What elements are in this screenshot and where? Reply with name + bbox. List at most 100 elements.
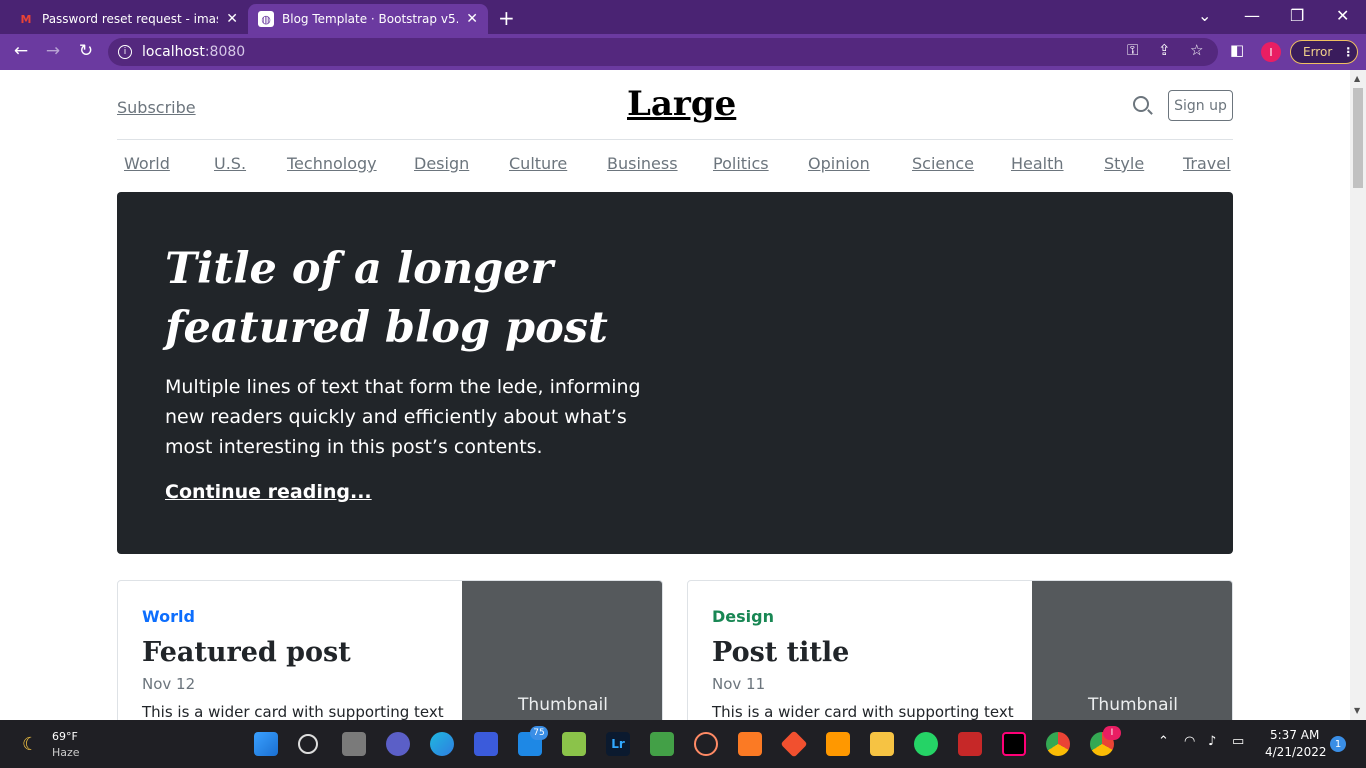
- search-taskbar-icon[interactable]: [298, 734, 318, 754]
- back-icon[interactable]: ←: [10, 41, 32, 61]
- nav-business[interactable]: Business: [607, 154, 678, 173]
- tab-title: Password reset request - imassua: [42, 12, 218, 26]
- card-date: Nov 11: [712, 675, 766, 693]
- continue-reading-link[interactable]: Continue reading...: [165, 481, 372, 503]
- volume-icon[interactable]: ♪: [1208, 734, 1216, 749]
- page-content: Subscribe Large Sign up World U.S. Techn…: [0, 70, 1350, 720]
- featured-post-card: World Featured post Nov 12 This is a wid…: [117, 580, 663, 720]
- nav-design[interactable]: Design: [414, 154, 469, 173]
- search-icon[interactable]: [1133, 96, 1149, 112]
- nav-science[interactable]: Science: [912, 154, 974, 173]
- lightroom-icon[interactable]: Lr: [606, 732, 630, 756]
- file-explorer-icon[interactable]: [870, 732, 894, 756]
- side-panel-icon[interactable]: ◧: [1230, 41, 1244, 59]
- close-icon[interactable]: ✕: [466, 11, 478, 27]
- clock-time[interactable]: 5:37 AM: [1270, 728, 1319, 742]
- app-icon[interactable]: [474, 732, 498, 756]
- close-icon[interactable]: ✕: [226, 11, 238, 27]
- media-player-icon[interactable]: [694, 732, 718, 756]
- post-title-card: Design Post title Nov 11 This is a wider…: [687, 580, 1233, 720]
- tray-expand-icon[interactable]: ⌃: [1158, 734, 1169, 749]
- key-icon[interactable]: ⚿: [1127, 41, 1138, 59]
- thumbnail-label: Thumbnail: [1088, 695, 1178, 715]
- tab-search-icon[interactable]: ⌄: [1198, 6, 1211, 25]
- url-host: localhost: [142, 44, 205, 60]
- nav-opinion[interactable]: Opinion: [808, 154, 870, 173]
- share-icon[interactable]: ⇪: [1158, 41, 1171, 59]
- new-tab-icon[interactable]: +: [498, 6, 515, 30]
- card-thumbnail: Thumbnail: [462, 581, 662, 720]
- scroll-down-icon[interactable]: ▼: [1354, 706, 1360, 715]
- xampp-icon[interactable]: [738, 732, 762, 756]
- hero-lede: Multiple lines of text that form the led…: [165, 376, 641, 458]
- info-icon[interactable]: i: [118, 45, 132, 59]
- gmail-icon: M: [20, 12, 32, 26]
- card-text: This is a wider card with supporting tex…: [142, 703, 444, 720]
- category-nav: World U.S. Technology Design Culture Bus…: [117, 154, 1233, 176]
- error-label: Error: [1303, 45, 1333, 59]
- sublime-icon[interactable]: [826, 732, 850, 756]
- card-text: This is a wider card with supporting tex…: [712, 703, 1014, 720]
- git-icon[interactable]: [780, 730, 808, 758]
- hero-title: Title of a longer featured blog post: [165, 244, 608, 353]
- card-date: Nov 12: [142, 675, 196, 693]
- nav-style[interactable]: Style: [1104, 154, 1144, 173]
- subscribe-link[interactable]: Subscribe: [117, 98, 196, 117]
- menu-dots-icon: ⋮: [1342, 45, 1355, 59]
- minimize-icon[interactable]: —: [1244, 6, 1260, 25]
- whatsapp-icon[interactable]: [914, 732, 938, 756]
- mail-badge: 75: [530, 726, 548, 740]
- url-port: :8080: [204, 44, 246, 60]
- nav-technology[interactable]: Technology: [287, 154, 377, 173]
- globe-icon: ◍: [258, 11, 274, 27]
- browser-toolbar: ← → ↻ i localhost:8080 ⚿ ⇪ ☆ ◧: [0, 34, 1366, 70]
- profile-avatar[interactable]: I: [1261, 42, 1281, 62]
- window-close-icon[interactable]: ✕: [1336, 6, 1349, 25]
- notes-icon[interactable]: [562, 732, 586, 756]
- edge-icon[interactable]: [430, 732, 454, 756]
- nav-world[interactable]: World: [124, 154, 170, 173]
- nav-health[interactable]: Health: [1011, 154, 1064, 173]
- card-category: Design: [712, 607, 774, 626]
- winrar-icon[interactable]: [958, 732, 982, 756]
- nav-us[interactable]: U.S.: [214, 154, 246, 173]
- featured-hero: Title of a longer featured blog post Mul…: [117, 192, 1233, 554]
- error-button[interactable]: Error ⋮: [1290, 40, 1358, 64]
- intellij-icon[interactable]: [1002, 732, 1026, 756]
- restore-icon[interactable]: ❐: [1290, 6, 1304, 25]
- tab-title: Blog Template · Bootstrap v5.1: [282, 12, 459, 26]
- brand-logo[interactable]: Large: [627, 84, 736, 124]
- tab-gmail[interactable]: M Password reset request - imassua ✕: [8, 4, 248, 34]
- thumbnail-label: Thumbnail: [518, 695, 608, 715]
- chrome-badge: I: [1103, 726, 1121, 740]
- weather-temp[interactable]: 69°F: [52, 730, 78, 743]
- page-scrollbar[interactable]: ▲ ▼: [1350, 70, 1366, 720]
- clock-date[interactable]: 4/21/2022: [1265, 745, 1327, 759]
- address-bar[interactable]: i localhost:8080: [108, 38, 1218, 66]
- weather-desc[interactable]: Haze: [52, 746, 80, 759]
- chrome-icon[interactable]: [1046, 732, 1070, 756]
- card-category: World: [142, 607, 195, 626]
- scroll-thumb[interactable]: [1353, 88, 1363, 188]
- card-title: Post title: [712, 637, 850, 668]
- nav-culture[interactable]: Culture: [509, 154, 567, 173]
- teams-icon[interactable]: [386, 732, 410, 756]
- reload-icon[interactable]: ↻: [75, 41, 97, 61]
- signup-button[interactable]: Sign up: [1168, 90, 1233, 121]
- tab-blog[interactable]: ◍ Blog Template · Bootstrap v5.1 ✕: [248, 4, 488, 34]
- notification-badge[interactable]: 1: [1330, 736, 1346, 752]
- start-icon[interactable]: [254, 732, 278, 756]
- battery-icon[interactable]: ▭: [1232, 734, 1244, 749]
- star-icon[interactable]: ☆: [1190, 41, 1203, 59]
- scroll-up-icon[interactable]: ▲: [1354, 74, 1360, 83]
- moon-icon[interactable]: ☾: [22, 734, 38, 755]
- nav-travel[interactable]: Travel: [1183, 154, 1231, 173]
- nav-politics[interactable]: Politics: [713, 154, 769, 173]
- card-title: Featured post: [142, 637, 351, 668]
- tab-strip: M Password reset request - imassua ✕ ◍ B…: [0, 0, 1366, 34]
- card-thumbnail: Thumbnail: [1032, 581, 1232, 720]
- nodejs-icon[interactable]: [650, 732, 674, 756]
- forward-icon[interactable]: →: [42, 41, 64, 61]
- task-view-icon[interactable]: [342, 732, 366, 756]
- wifi-icon[interactable]: ◠: [1184, 734, 1195, 749]
